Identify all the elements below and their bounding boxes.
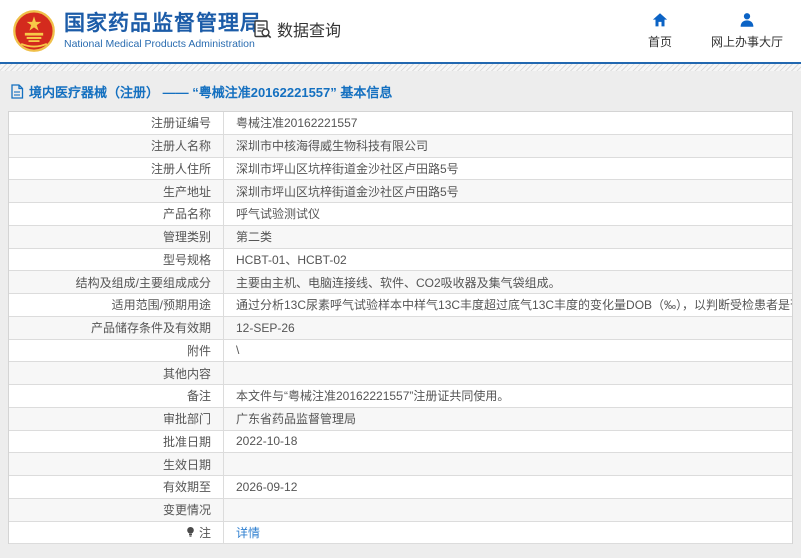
hatch-stripe-band — [0, 64, 801, 71]
row-value — [223, 362, 792, 384]
row-label: 审批部门 — [162, 412, 211, 427]
table-row: 注册证编号 粤械注准20162221557 — [9, 112, 792, 135]
row-label: 生效日期 — [162, 457, 211, 472]
row-value: \ — [223, 339, 792, 362]
table-row: 适用范围/预期用途 通过分析13C尿素呼气试验样本中样气13C丰度超过底气13C… — [9, 294, 792, 317]
table-row: 附件 \ — [9, 339, 792, 363]
detail-link[interactable]: 详情 — [236, 524, 260, 541]
row-value: 粤械注准20162221557 — [223, 112, 792, 134]
nav-home[interactable]: 首页 — [643, 11, 677, 50]
note-bulb-icon — [187, 527, 194, 538]
row-value: 广东省药品监督管理局 — [223, 407, 792, 430]
row-label: 批准日期 — [162, 434, 211, 449]
document-icon — [11, 83, 24, 99]
data-query-module[interactable]: 数据查询 — [252, 17, 341, 41]
row-value: HCBT-01、HCBT-02 — [223, 248, 792, 271]
row-label: 适用范围/预期用途 — [111, 298, 211, 313]
table-row: 型号规格 HCBT-01、HCBT-02 — [9, 248, 792, 272]
row-label: 型号规格 — [162, 252, 211, 267]
row-label: 其他内容 — [162, 366, 211, 381]
header-nav: 首页 网上办事大厅 — [643, 11, 783, 50]
table-row: 产品名称 呼气试验测试仪 — [9, 203, 792, 226]
breadcrumb-text: 境内医疗器械（注册） —— “粤械注准20162221557” 基本信息 — [29, 84, 393, 100]
nmpa-emblem-logo — [13, 10, 55, 52]
row-value — [223, 453, 792, 475]
row-label: 管理类别 — [162, 230, 211, 245]
row-value: 2026-09-12 — [223, 476, 792, 498]
row-value: 深圳市坪山区坑梓街道金沙社区卢田路5号 — [223, 157, 792, 180]
table-row: 生产地址 深圳市坪山区坑梓街道金沙社区卢田路5号 — [9, 180, 792, 203]
home-icon — [652, 13, 668, 27]
table-row: 备注 本文件与“粤械注准20162221557”注册证共同使用。 — [9, 385, 792, 408]
site-header: 国家药品监督管理局 National Medical Products Admi… — [0, 0, 801, 62]
row-value: 深圳市坪山区坑梓街道金沙社区卢田路5号 — [223, 180, 792, 202]
data-query-icon — [254, 20, 272, 39]
row-label: 结构及组成/主要组成成分 — [75, 275, 211, 290]
table-row: 审批部门 广东省药品监督管理局 — [9, 407, 792, 431]
table-row: 管理类别 第二类 — [9, 225, 792, 249]
site-subtitle: National Medical Products Administration — [64, 37, 255, 50]
table-row: 结构及组成/主要组成成分 主要由主机、电脑连接线、软件、CO2吸收器及集气袋组成… — [9, 271, 792, 294]
row-value — [223, 498, 792, 521]
table-row: 其他内容 — [9, 362, 792, 385]
brand-text: 国家药品监督管理局 National Medical Products Admi… — [64, 12, 262, 49]
table-row: 批准日期 2022-10-18 — [9, 430, 792, 454]
table-row: 有效期至 2026-09-12 — [9, 476, 792, 499]
row-value: 呼气试验测试仪 — [223, 203, 792, 225]
row-label: 备注 — [186, 389, 211, 404]
breadcrumb: 境内医疗器械（注册） —— “粤械注准20162221557” 基本信息 — [0, 71, 801, 111]
table-row: 注册人住所 深圳市坪山区坑梓街道金沙社区卢田路5号 — [9, 157, 792, 181]
row-label: 注册人名称 — [150, 139, 211, 154]
row-label: 产品名称 — [162, 207, 211, 222]
registration-info-table: 注册证编号 粤械注准20162221557 注册人名称 深圳市中核海得威生物科技… — [8, 111, 793, 545]
row-value: 12-SEP-26 — [223, 316, 792, 339]
row-label: 生产地址 — [162, 184, 211, 199]
row-label: 有效期至 — [162, 480, 211, 495]
nav-service-hall[interactable]: 网上办事大厅 — [711, 11, 783, 50]
nav-home-label: 首页 — [647, 35, 672, 49]
site-title: 国家药品监督管理局 — [64, 12, 262, 36]
table-row: 产品储存条件及有效期 12-SEP-26 — [9, 316, 792, 340]
content-area: 境内医疗器械（注册） —— “粤械注准20162221557” 基本信息 注册证… — [0, 71, 801, 558]
row-value: 深圳市中核海得威生物科技有限公司 — [223, 134, 792, 157]
row-label: 变更情况 — [162, 503, 211, 518]
table-row: 变更情况 — [9, 498, 792, 522]
row-label: 注册证编号 — [150, 116, 211, 131]
row-label: 注册人住所 — [150, 161, 211, 176]
row-value: 详情 — [223, 521, 792, 544]
row-value: 2022-10-18 — [223, 430, 792, 453]
table-row: 生效日期 — [9, 453, 792, 476]
person-icon — [740, 13, 754, 27]
row-value: 本文件与“粤械注准20162221557”注册证共同使用。 — [223, 385, 792, 407]
row-value: 主要由主机、电脑连接线、软件、CO2吸收器及集气袋组成。 — [223, 271, 792, 293]
table-row: 注 详情 — [9, 521, 792, 545]
row-label: 附件 — [186, 343, 211, 358]
row-label: 注 — [9, 522, 223, 544]
row-label: 产品储存条件及有效期 — [90, 321, 211, 336]
row-value: 第二类 — [223, 225, 792, 248]
nav-service-hall-label: 网上办事大厅 — [710, 35, 783, 49]
row-value: 通过分析13C尿素呼气试验样本中样气13C丰度超过底气13C丰度的变化量DOB（… — [223, 294, 792, 316]
data-query-label: 数据查询 — [277, 23, 342, 40]
brand: 国家药品监督管理局 National Medical Products Admi… — [12, 9, 262, 53]
table-row: 注册人名称 深圳市中核海得威生物科技有限公司 — [9, 134, 792, 158]
